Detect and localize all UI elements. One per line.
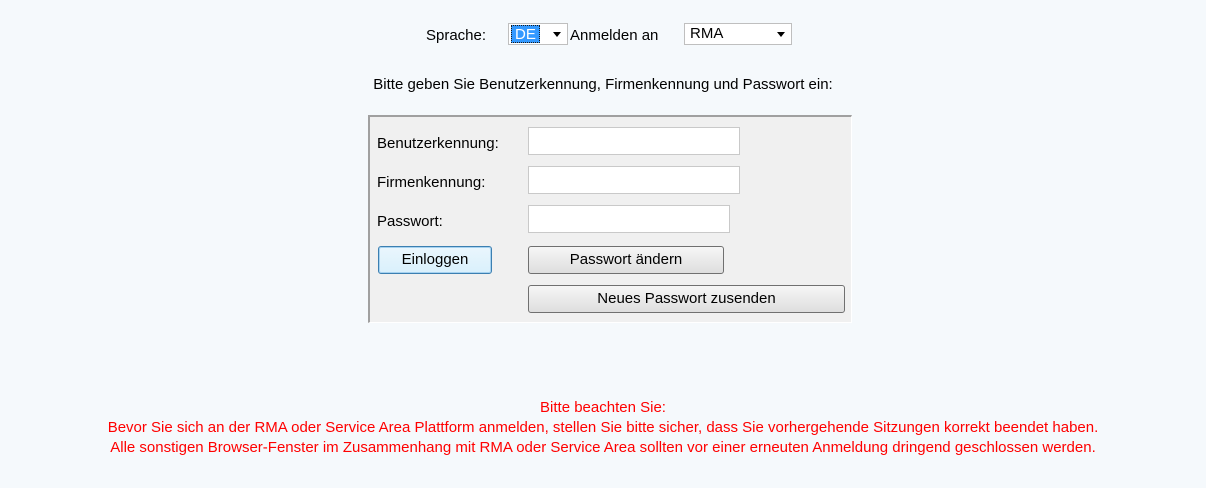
- send-new-password-button[interactable]: Neues Passwort zusenden: [528, 285, 845, 313]
- notice-line-1: Bevor Sie sich an der RMA oder Service A…: [107, 419, 1099, 436]
- dropdown-arrow-icon: [553, 32, 561, 37]
- login-panel: Benutzerkennung: Firmenkennung: Passwort…: [368, 115, 852, 323]
- login-target-select[interactable]: RMA: [684, 23, 792, 45]
- change-password-button[interactable]: Passwort ändern: [528, 246, 724, 274]
- language-bar: Sprache: DE Anmelden an RMA: [0, 22, 1206, 48]
- language-label: Sprache:: [426, 27, 487, 44]
- notice-title: Bitte beachten Sie:: [540, 399, 666, 416]
- language-select[interactable]: DE: [508, 23, 568, 45]
- dropdown-arrow-icon: [777, 32, 785, 37]
- login-button[interactable]: Einloggen: [378, 246, 492, 274]
- user-id-label: Benutzerkennung:: [377, 135, 499, 152]
- notice-block: Bitte beachten Sie: Bevor Sie sich an de…: [0, 398, 1206, 458]
- user-id-input[interactable]: [528, 127, 740, 155]
- password-input[interactable]: [528, 205, 730, 233]
- password-label: Passwort:: [377, 213, 443, 230]
- company-id-label: Firmenkennung:: [377, 174, 486, 191]
- language-select-value: DE: [511, 25, 540, 43]
- company-id-input[interactable]: [528, 166, 740, 194]
- login-target-select-value: RMA: [690, 25, 724, 42]
- notice-line-2: Alle sonstigen Browser-Fenster im Zusamm…: [110, 439, 1096, 456]
- login-target-label: Anmelden an: [570, 27, 659, 44]
- instruction-text: Bitte geben Sie Benutzerkennung, Firmenk…: [373, 76, 833, 93]
